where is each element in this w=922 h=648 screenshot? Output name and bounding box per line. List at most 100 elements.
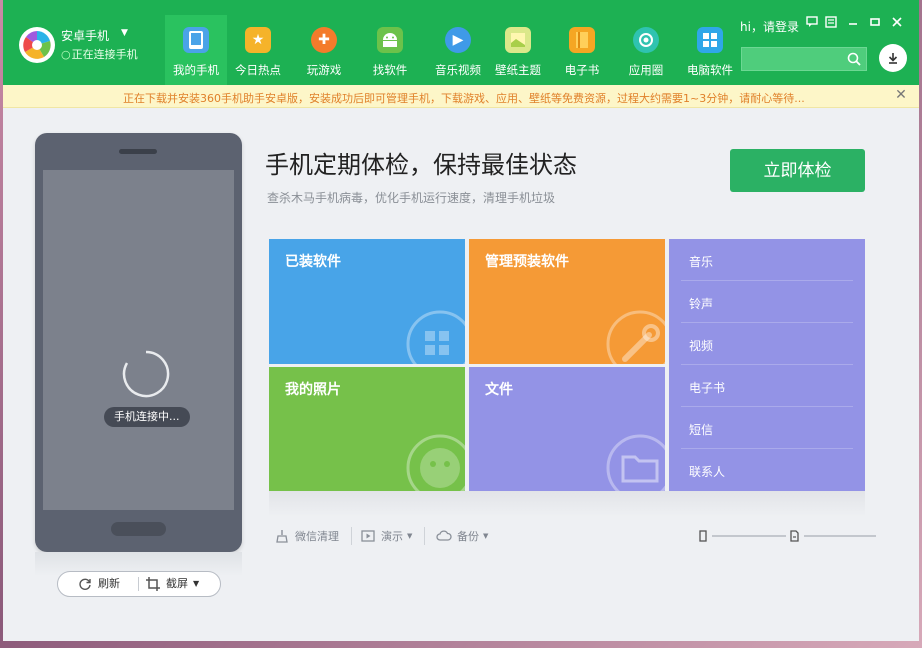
crop-icon [146, 577, 160, 591]
demo-label: 演示 [381, 530, 403, 543]
media-item-label: 联系人 [689, 465, 726, 479]
screenshot-button[interactable]: 截屏 ▼ [146, 572, 199, 596]
nav-label: 应用圈 [628, 63, 664, 77]
status-dot-icon: ○ [61, 48, 71, 61]
media-category-list: 音乐 铃声 视频 电子书 短信 联系人 [669, 239, 865, 491]
nav-label: 电脑软件 [687, 63, 733, 77]
media-item-label: 铃声 [689, 297, 714, 311]
apps-icon [405, 309, 465, 364]
photo-icon [405, 433, 465, 491]
tile-my-photos[interactable]: 我的照片 [269, 367, 465, 491]
media-item-contacts[interactable]: 联系人 [669, 449, 865, 491]
sd-card-icon [789, 528, 799, 544]
divider [351, 527, 352, 545]
feedback-icon[interactable] [804, 16, 820, 32]
media-item-label: 短信 [689, 423, 714, 437]
play-icon: ▶ [445, 27, 471, 53]
app-logo-icon [19, 27, 55, 63]
divider [424, 527, 425, 545]
nav-label: 今日热点 [235, 63, 281, 77]
maximize-icon[interactable] [867, 16, 883, 32]
tile-preinstalled-apps[interactable]: 管理预装软件 [469, 239, 665, 364]
install-notice-text: 正在下载并安装360手机助手安卓版，安装成功后即可管理手机，下载游戏、应用、壁纸… [123, 92, 805, 105]
device-dropdown-icon[interactable]: ▼ [121, 28, 128, 38]
backup-button[interactable]: 备份 ▼ [436, 528, 488, 544]
phone-speaker [119, 149, 157, 154]
download-manager-icon[interactable] [879, 44, 907, 72]
phone-storage-icon [698, 528, 708, 544]
media-item-ebooks[interactable]: 电子书 [669, 365, 865, 407]
wechat-clean-label: 微信清理 [295, 530, 339, 543]
nav-my-phone[interactable]: 我的手机 [165, 15, 227, 85]
media-item-music[interactable]: 音乐 [669, 239, 865, 281]
refresh-button[interactable]: 刷新 [78, 572, 120, 596]
broom-icon [275, 529, 289, 543]
demo-button[interactable]: 演示 ▼ [361, 528, 412, 544]
connecting-label: 手机连接中... [104, 407, 190, 427]
page-title: 手机定期体检，保持最佳状态 [265, 151, 577, 179]
nav-ebooks[interactable]: 电子书 [551, 15, 613, 85]
screenshot-label: 截屏 [166, 577, 188, 590]
chevron-down-icon: ▼ [483, 532, 489, 540]
nav-app-circle[interactable]: 应用圈 [615, 15, 677, 85]
folder-icon [605, 433, 665, 491]
phone-preview: 手机连接中... [35, 133, 242, 552]
phone-storage-bar [712, 535, 786, 537]
nav-label: 壁纸主题 [495, 63, 541, 77]
minimize-icon[interactable] [845, 16, 861, 32]
loading-spinner-icon [121, 349, 171, 403]
media-item-label: 电子书 [689, 381, 726, 395]
device-name[interactable]: 安卓手机 [61, 27, 109, 44]
media-item-ringtones[interactable]: 铃声 [669, 281, 865, 323]
media-item-label: 音乐 [689, 255, 714, 269]
search-box [741, 47, 867, 71]
media-item-label: 视频 [689, 339, 714, 353]
nav-wallpaper[interactable]: 壁纸主题 [487, 15, 549, 85]
tiles-reflection [269, 491, 865, 517]
nav-pc-software[interactable]: 电脑软件 [679, 15, 741, 85]
nav-label: 找软件 [372, 63, 408, 77]
app-window: 安卓手机 ▼ ○正在连接手机 我的手机 ★ 今日热点 ✚ 玩游戏 找软件 ▶ 音… [3, 0, 919, 641]
media-item-sms[interactable]: 短信 [669, 407, 865, 449]
phone-icon [183, 27, 209, 53]
book-icon [569, 27, 595, 53]
chevron-down-icon: ▼ [193, 579, 200, 588]
circle-icon [633, 27, 659, 53]
phone-actions: 刷新 截屏 ▼ [57, 571, 221, 597]
login-link[interactable]: hi，请登录 [740, 18, 799, 35]
search-input[interactable] [746, 51, 842, 67]
windows-icon [697, 27, 723, 53]
nav-label: 玩游戏 [306, 63, 342, 77]
install-notice-bar: 正在下载并安装360手机助手安卓版，安装成功后即可管理手机，下载游戏、应用、壁纸… [3, 85, 919, 108]
nav-games[interactable]: ✚ 玩游戏 [293, 15, 355, 85]
tile-title: 已装软件 [285, 254, 341, 270]
sd-card-storage-bar [804, 535, 876, 537]
top-bar: 安卓手机 ▼ ○正在连接手机 我的手机 ★ 今日热点 ✚ 玩游戏 找软件 ▶ 音… [3, 0, 919, 85]
wechat-clean-button[interactable]: 微信清理 [275, 528, 339, 544]
close-icon[interactable] [889, 16, 905, 32]
wallpaper-icon [505, 27, 531, 53]
cloud-icon [436, 530, 452, 542]
tile-title: 我的照片 [285, 382, 341, 398]
media-item-videos[interactable]: 视频 [669, 323, 865, 365]
search-icon[interactable] [846, 51, 862, 71]
gamepad-icon: ✚ [311, 27, 337, 53]
refresh-icon [78, 577, 92, 591]
tile-installed-apps[interactable]: 已装软件 [269, 239, 465, 364]
phone-screen: 手机连接中... [43, 170, 234, 510]
nav-label: 音乐视频 [435, 63, 481, 77]
star-icon: ★ [245, 27, 271, 53]
nav-music-video[interactable]: ▶ 音乐视频 [427, 15, 489, 85]
refresh-label: 刷新 [98, 577, 120, 590]
chevron-down-icon: ▼ [407, 532, 413, 540]
check-now-button[interactable]: 立即体检 [730, 149, 865, 192]
backup-label: 备份 [457, 530, 479, 543]
tile-files[interactable]: 文件 [469, 367, 665, 491]
nav-label: 电子书 [564, 63, 600, 77]
nav-label: 我的手机 [173, 63, 219, 77]
nav-today-hot[interactable]: ★ 今日热点 [227, 15, 289, 85]
notice-close-icon[interactable]: ✕ [893, 87, 909, 103]
connection-status-text: 正在连接手机 [71, 48, 138, 61]
nav-find-apps[interactable]: 找软件 [359, 15, 421, 85]
menu-icon[interactable] [823, 16, 839, 32]
